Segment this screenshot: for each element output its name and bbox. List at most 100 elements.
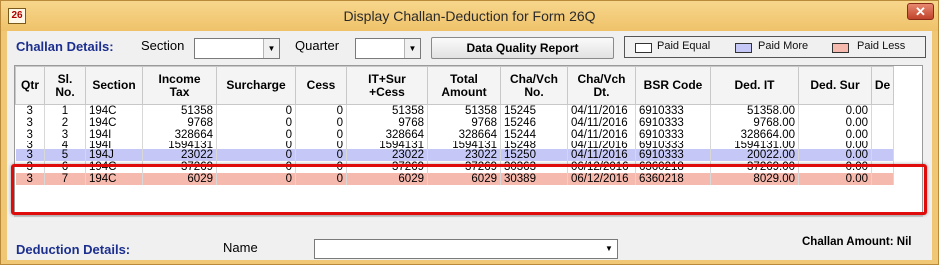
table-cell: 23022 [346, 149, 428, 161]
table-cell: 2 [44, 117, 86, 129]
table-cell: 6029 [427, 173, 501, 185]
table-cell: 04/11/2016 [567, 129, 636, 141]
table-cell: 0 [295, 173, 347, 185]
close-button[interactable]: ✕ [907, 3, 934, 20]
table-cell: 194C [85, 117, 143, 129]
table-cell: 30363 [500, 161, 568, 173]
table-cell: 0 [295, 104, 347, 117]
table-cell: 3 [15, 141, 45, 149]
table-cell: 06/12/2016 [567, 161, 636, 173]
table-cell: 04/11/2016 [567, 149, 636, 161]
chevron-down-icon[interactable]: ▼ [404, 39, 420, 58]
table-cell: 194C [85, 161, 143, 173]
column-header[interactable]: De [871, 66, 894, 105]
table-cell: 1594131.00 [710, 141, 799, 149]
table-cell: 6910333 [635, 117, 711, 129]
paid-more-label: Paid More [758, 40, 809, 52]
chevron-down-icon[interactable]: ▼ [263, 39, 279, 58]
column-header[interactable]: BSR Code [635, 66, 711, 105]
column-header[interactable]: Qtr [15, 66, 45, 105]
table-cell: 0 [216, 161, 296, 173]
table-row[interactable]: 3 5 194J 23022 0 0 23022 23022 15250 04/11/2016 69… [15, 149, 894, 161]
table-cell: 9768.00 [710, 117, 799, 129]
table-cell: 0 [295, 129, 347, 141]
status-legend: Paid Equal Paid More Paid Less [624, 36, 926, 58]
name-dropdown[interactable]: ▼ [314, 239, 618, 259]
column-header[interactable]: Section [85, 66, 143, 105]
paid-less-swatch [832, 43, 849, 53]
table-cell: 9768 [142, 117, 217, 129]
column-header[interactable]: Cha/Vch No. [500, 66, 568, 105]
table-cell: 15245 [500, 104, 568, 117]
table-cell: 04/11/2016 [567, 141, 636, 149]
column-header[interactable]: Surcharge [216, 66, 296, 105]
table-cell: 3 [15, 149, 45, 161]
chevron-down-icon[interactable]: ▼ [601, 240, 617, 258]
table-row[interactable]: 3 1 194C 51358 0 0 51358 51358 15245 04/11/2016 69… [15, 104, 894, 117]
challan-grid[interactable]: Qtr Sl. No. Section Income Tax Surcharge… [14, 65, 923, 214]
column-header[interactable]: Cha/Vch Dt. [567, 66, 636, 105]
table-cell [871, 141, 894, 149]
column-header[interactable]: Income Tax [142, 66, 217, 105]
table-row[interactable]: 3 4 194I 1594131 0 0 1594131 1594131 15248 04/11/… [15, 141, 894, 149]
table-cell: 23022 [142, 149, 217, 161]
horizontal-scrollbar[interactable] [14, 214, 923, 217]
deduction-bar: Deduction Details: Name ▼ Challan Amount… [7, 227, 932, 260]
section-dropdown[interactable]: ▼ [194, 38, 280, 59]
table-cell: 3 [15, 129, 45, 141]
table-cell [871, 104, 894, 117]
column-header[interactable]: Ded. IT [710, 66, 799, 105]
table-cell: 15246 [500, 117, 568, 129]
table-cell: 6910333 [635, 149, 711, 161]
table-cell: 20022.00 [710, 149, 799, 161]
table-cell: 0.00 [798, 173, 872, 185]
table-row[interactable]: 3 2 194C 9768 0 0 9768 9768 15246 04/11/2016 69103… [15, 117, 894, 129]
table-cell: 06/12/2016 [567, 173, 636, 185]
table-cell: 51358 [142, 104, 217, 117]
name-label: Name [223, 240, 258, 255]
window-title: Display Challan-Deduction for Form 26Q [343, 8, 596, 24]
table-cell: 194I [85, 141, 143, 149]
table-cell: 0 [295, 161, 347, 173]
table-cell: 0 [295, 141, 347, 149]
title-bar[interactable]: 26 Display Challan-Deduction for Form 26… [1, 1, 938, 31]
table-cell: 6029 [346, 173, 428, 185]
main-window: 2 6 Display Challan-Deduction for Form 26… [0, 0, 939, 265]
table-cell: 51358 [427, 104, 501, 117]
table-cell: 3 [15, 104, 45, 117]
table-cell: 7 [44, 173, 86, 185]
column-header[interactable]: Cess [295, 66, 347, 105]
table-row[interactable]: 3 3 194I 328664 0 0 328664 328664 15244 04/11/201… [15, 129, 894, 141]
column-header[interactable]: Sl. No. [44, 66, 86, 105]
table-cell: 0 [216, 117, 296, 129]
table-cell: 0 [295, 149, 347, 161]
column-header[interactable]: Total Amount [427, 66, 501, 105]
table-cell: 6910333 [635, 129, 711, 141]
data-quality-report-button[interactable]: Data Quality Report [431, 37, 614, 59]
table-cell: 1594131 [346, 141, 428, 149]
deduction-details-label: Deduction Details: [16, 242, 131, 257]
quarter-dropdown[interactable]: ▼ [355, 38, 421, 59]
table-cell: 1594131 [427, 141, 501, 149]
filter-toolbar: Challan Details: Section ▼ Quarter ▼ Dat… [7, 31, 932, 63]
table-cell: 0 [216, 104, 296, 117]
quarter-label: Quarter [295, 38, 340, 53]
table-row[interactable]: 3 6 194C 37269 0 0 37269 37269 30363 06/12/2016 63… [15, 161, 894, 173]
paid-equal-swatch [635, 43, 652, 53]
challan-amount: Challan Amount: Nil [802, 236, 912, 248]
table-cell: 37269 [142, 161, 217, 173]
table-cell: 37269.00 [710, 161, 799, 173]
table-cell: 51358 [346, 104, 428, 117]
paid-more-swatch [735, 43, 752, 53]
column-header[interactable]: Ded. Sur [798, 66, 872, 105]
column-header[interactable]: IT+Sur +Cess [346, 66, 428, 105]
table-cell: 194C [85, 104, 143, 117]
table-cell: 6029 [142, 173, 217, 185]
table-cell [871, 173, 894, 185]
table-cell [871, 117, 894, 129]
table-cell: 3 [15, 117, 45, 129]
table-cell: 194C [85, 173, 143, 185]
table-row[interactable]: 3 7 194C 6029 0 0 6029 6029 30389 06/12/2016 63602… [15, 173, 894, 185]
table-cell: 6910333 [635, 104, 711, 117]
challan-table: Qtr Sl. No. Section Income Tax Surcharge… [15, 66, 894, 185]
